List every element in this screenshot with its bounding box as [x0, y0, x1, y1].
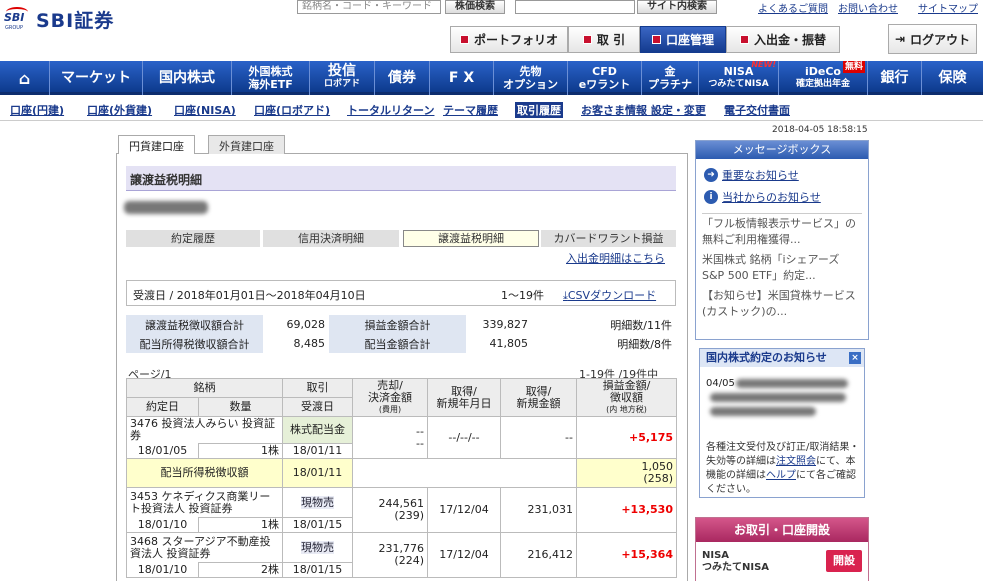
news-list: 「フル板情報表示サービス」の無料ご利用権獲得... 米国株式 銘柄「iシェアーズ…	[702, 213, 862, 322]
site-search-button[interactable]: サイト内検索	[637, 0, 717, 14]
table-row: 3453 ケネディクス商業リート投資法人 投資証券 現物売 244,561 (23…	[126, 487, 677, 533]
subtab-covered-warrant[interactable]: カバードワラント損益	[541, 230, 676, 247]
news-item[interactable]: 米国株式 銘柄「iシェアーズ S&P 500 ETF」約定...	[702, 250, 862, 286]
notice-date: 04/05	[706, 378, 735, 389]
date-range: 受渡日 / 2018年01月01日〜2018年04月10日	[133, 289, 366, 302]
mainnav-ideco[interactable]: 無料 iDeCo 確定拠出年金	[779, 61, 868, 95]
stock-search-button[interactable]: 株価検索	[445, 0, 505, 14]
table-row: 3468 スターアジア不動産投資法人 投資証券 現物売 231,776 (224)…	[126, 532, 677, 578]
important-notice-link[interactable]: ➜ 重要なお知らせ	[704, 167, 868, 183]
summary-row: 譲渡益税徴収額合計 69,028 損益金額合計 339,827 明細数/11件	[126, 315, 676, 334]
message-box: メッセージボックス ➜ 重要なお知らせ i 当社からのお知らせ 「フル板情報表示サー…	[695, 140, 869, 340]
open-account-button[interactable]: 開設	[826, 550, 862, 572]
table-row: 3476 投資法人みらい 投資証券 株式配当金 -- -- --/--/-- --…	[126, 416, 677, 459]
tax-row: 配当所得税徴収額 18/01/11 1,050 (258)	[126, 458, 677, 488]
arrow-icon	[739, 35, 749, 44]
subnav-e-documents[interactable]: 電子交付書面	[724, 102, 790, 118]
sbi-logo[interactable]: SBI GROUP SBI証券	[4, 6, 114, 33]
info-icon: i	[704, 190, 718, 204]
order-inquiry-link[interactable]: 注文照会	[776, 456, 816, 467]
nav-trade[interactable]: 取 引	[568, 26, 640, 53]
arrow-icon	[459, 35, 469, 44]
summary-table: 譲渡益税徴収額合計 69,028 損益金額合計 339,827 明細数/11件 配当…	[126, 315, 676, 353]
home-icon: ⌂	[18, 68, 31, 88]
message-box-title: メッセージボックス	[696, 141, 868, 159]
execution-notice-box: 国内株式約定のお知らせ × 04/05 各種注文受付及び訂正/取消結果・失効等の詳…	[699, 348, 865, 498]
arrow-icon	[582, 35, 592, 44]
nav-deposit[interactable]: 入出金・振替	[726, 26, 840, 53]
section-title: 譲渡益税明細	[126, 166, 676, 191]
mainnav-foreign-stock[interactable]: 外国株式 海外ETF	[232, 61, 310, 95]
subnav-theme[interactable]: テーマ履歴	[443, 102, 498, 118]
home-button[interactable]: ⌂	[0, 61, 50, 95]
subnav-history[interactable]: 取引履歴	[515, 102, 563, 118]
contact-link[interactable]: お問い合わせ	[838, 0, 898, 15]
mainnav-fx[interactable]: F X	[430, 61, 494, 95]
new-badge: NEW!	[751, 60, 776, 69]
account-open-title: お取引・口座開設	[696, 518, 868, 542]
execution-notice-title: 国内株式約定のお知らせ	[706, 351, 827, 364]
faq-link[interactable]: よくあるご質問	[758, 0, 828, 15]
nav-portfolio[interactable]: ポートフォリオ	[450, 26, 568, 53]
mainnav-gold[interactable]: 金プラチナ	[642, 61, 699, 95]
deposit-history-link[interactable]: 入出金明細はこちら	[566, 250, 665, 266]
mainnav-nisa[interactable]: NEW! NISA つみたてNISA	[699, 60, 779, 95]
subnav-settings[interactable]: お客さま情報 設定・変更	[581, 102, 706, 118]
range-box: 受渡日 / 2018年01月01日〜2018年04月10日 1〜19件 ⤓CSV…	[126, 280, 676, 306]
brand-name: SBI証券	[36, 10, 115, 32]
main-nav: ⌂ マーケット 国内株式 外国株式 海外ETF 投信 ロボアド 債券 F X 先物オ…	[0, 60, 983, 95]
account-open-box: お取引・口座開設 NISA つみたてNISA 開設	[695, 517, 869, 581]
redacted-text	[736, 379, 848, 388]
mainnav-bank[interactable]: 銀行	[868, 61, 922, 95]
sitemap-link[interactable]: サイトマップ	[918, 0, 978, 15]
redacted-text	[710, 393, 846, 402]
mainnav-insurance[interactable]: 保険	[922, 61, 983, 95]
sub-nav: 口座(円建) 口座(外貨建) 口座(NISA) 口座(ロボアド) トータルリター…	[0, 97, 983, 121]
detail-table: 銘柄 取引 売却/決済金額 (費用) 取得/新規年月日 取得/新規金額 損益金額/…	[126, 378, 677, 578]
subnav-roboad[interactable]: 口座(ロボアド)	[254, 102, 330, 118]
subnav-foreign[interactable]: 口座(外貨建)	[87, 102, 152, 118]
arrow-icon	[651, 35, 661, 44]
news-item[interactable]: 「フル板情報表示サービス」の無料ご利用権獲得...	[702, 214, 862, 250]
mainnav-market[interactable]: マーケット	[50, 61, 143, 95]
nav-account[interactable]: 口座管理	[640, 26, 726, 53]
logout-icon: ⇥	[894, 32, 906, 46]
arrow-circle-icon: ➜	[704, 168, 718, 182]
redacted-text	[710, 407, 816, 416]
subtab-margin[interactable]: 信用決済明細	[263, 230, 399, 247]
summary-row: 配当所得税徴収額合計 8,485 配当金額合計 41,805 明細数/8件	[126, 334, 676, 353]
notice-text: 各種注文受付及び訂正/取消結果・失効等の詳細は注文照会にて、本機能の詳細はヘルプ…	[706, 442, 860, 495]
logout-button[interactable]: ⇥ ログアウト	[888, 24, 977, 54]
subtab-execution-history[interactable]: 約定履歴	[126, 230, 260, 247]
company-notice-link[interactable]: i 当社からのお知らせ	[704, 189, 868, 205]
datetime: 2018-04-05 18:58:15	[772, 125, 868, 135]
tab-foreign-account[interactable]: 外貨建口座	[208, 135, 285, 154]
subnav-yen[interactable]: 口座(円建)	[10, 102, 64, 118]
site-search-input[interactable]	[515, 0, 635, 14]
close-icon[interactable]: ×	[849, 352, 861, 364]
mainnav-futures[interactable]: 先物 オプション	[494, 61, 568, 95]
redacted-name	[124, 201, 208, 214]
subnav-total-return[interactable]: トータルリターン	[347, 102, 434, 118]
mainnav-funds[interactable]: 投信 ロボアド	[310, 61, 375, 95]
mainnav-domestic-stock[interactable]: 国内株式	[143, 61, 232, 95]
search-input[interactable]: 銘柄名・コード・キーワード	[297, 0, 441, 14]
csv-download-link[interactable]: ⤓CSVダウンロード	[563, 287, 656, 303]
help-link[interactable]: ヘルプ	[766, 470, 796, 481]
result-count: 1〜19件	[501, 289, 544, 302]
subtab-capital-gains[interactable]: 譲渡益税明細	[403, 230, 539, 247]
free-badge: 無料	[842, 61, 865, 73]
news-item[interactable]: 【お知らせ】米国貸株サービス(カストック)の...	[702, 286, 862, 322]
subnav-nisa[interactable]: 口座(NISA)	[174, 102, 236, 118]
tab-yen-account[interactable]: 円貨建口座	[118, 135, 195, 154]
mainnav-cfd[interactable]: CFD eワラント	[568, 61, 642, 95]
mainnav-bonds[interactable]: 債券	[375, 61, 430, 95]
